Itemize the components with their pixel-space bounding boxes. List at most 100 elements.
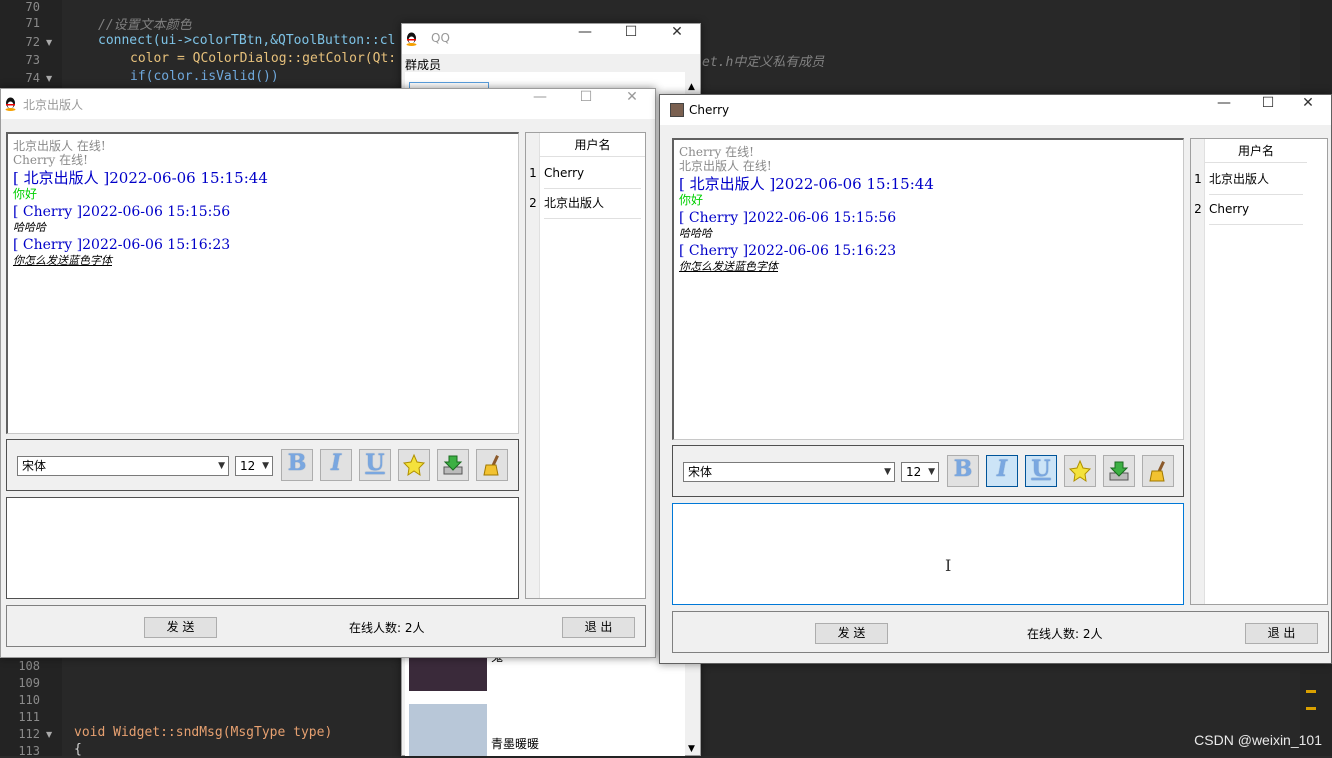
maximize-button[interactable]: ☐ [608,24,654,54]
message-browser[interactable]: 北京出版人 在线! Cherry 在线! [ 北京出版人 ]2022-06-06… [6,132,519,434]
message-line: 哈哈哈 [679,227,1178,240]
row-number: 2 [1191,194,1205,224]
user-table[interactable]: 用户名 1Cherry 2北京出版人 [525,132,646,599]
code-line: //设置文本颜色 [98,14,192,33]
line-number: 112 [0,727,40,741]
font-combo[interactable]: 宋体▼ [683,462,895,482]
user-row[interactable]: 2Cherry [1191,194,1307,224]
size-combo-value: 12 [906,465,921,479]
italic-icon: I [997,456,1007,482]
minimize-button[interactable]: — [517,89,563,119]
message-browser[interactable]: Cherry 在线! 北京出版人 在线! [ 北京出版人 ]2022-06-06… [672,138,1184,440]
message-input[interactable] [6,497,519,599]
star-color-icon [1068,459,1092,483]
size-combo[interactable]: 12 ▼ [901,462,939,482]
maximize-button[interactable]: ☐ [563,89,609,119]
bottom-bar: 发 送 在线人数: 2人 退 出 [6,605,646,647]
size-combo[interactable]: 12▼ [235,456,273,476]
scroll-down-icon[interactable]: ▼ [688,744,695,754]
send-button[interactable]: 发 送 [815,623,888,644]
color-button[interactable] [1064,455,1096,487]
qq-titlebar[interactable]: QQ — ☐ ✕ [402,24,700,54]
line-number: 72 [0,35,40,49]
line-number: 70 [0,0,40,14]
member-avatar[interactable] [409,704,487,756]
cherry-avatar-icon [670,103,684,117]
minimize-button[interactable]: — [1201,95,1247,125]
message-header: [ 北京出版人 ]2022-06-06 15:15:44 [13,169,513,187]
scroll-marker [1306,690,1316,693]
close-button[interactable]: ✕ [654,24,700,54]
minimize-button[interactable]: — [562,24,608,54]
bold-icon: B [954,456,973,482]
window-title: 北京出版人 [23,96,83,113]
message-header: [ Cherry ]2022-06-06 15:16:23 [13,237,513,254]
size-combo-value: 12 [240,459,255,473]
chevron-down-icon: ▼ [928,463,935,481]
chat-window-cherry[interactable]: Cherry — ☐ ✕ Cherry 在线! 北京出版人 在线! [ 北京出版… [659,94,1332,664]
clear-button[interactable] [476,449,508,481]
row-number: 1 [1191,164,1205,194]
font-combo-value: 宋体 [22,459,46,473]
user-row[interactable]: 1北京出版人 [1191,164,1307,194]
broom-icon [1146,459,1170,483]
code-line: connect(ui->colorTBtn,&QToolButton::cl [98,33,395,48]
format-toolbar: 宋体 ▼ 12▼ B I U [6,439,519,491]
exit-button[interactable]: 退 出 [562,617,635,638]
message-line: 你怎么发送蓝色字体 [13,254,513,267]
chat-titlebar[interactable]: 北京出版人 — ☐ ✕ [1,89,655,119]
user-table-header[interactable]: 用户名 [1205,139,1307,163]
window-title: Cherry [689,103,729,117]
italic-icon: I [331,450,341,476]
user-name: 北京出版人 [1209,164,1303,195]
user-row[interactable]: 2北京出版人 [526,188,645,218]
message-line: 你好 [679,193,1178,207]
fold-arrow-icon[interactable]: ▼ [46,38,52,47]
online-count: 在线人数: 2人 [1027,625,1103,642]
user-table-header[interactable]: 用户名 [540,133,645,157]
close-button[interactable]: ✕ [609,89,655,119]
clear-button[interactable] [1142,455,1174,487]
line-number: 109 [0,676,40,690]
row-number: 2 [526,188,540,218]
message-header: [ Cherry ]2022-06-06 15:16:23 [679,243,1178,260]
user-table[interactable]: 用户名 1北京出版人 2Cherry [1190,138,1328,605]
csdn-watermark: CSDN @weixin_101 [1194,732,1322,748]
bold-button[interactable]: B [281,449,313,481]
message-header: [ Cherry ]2022-06-06 15:15:56 [679,210,1178,227]
underline-button[interactable]: U [359,449,391,481]
exit-button[interactable]: 退 出 [1245,623,1318,644]
code-line: color = QColorDialog::getColor(Qt: [130,51,396,66]
bold-button[interactable]: B [947,455,979,487]
italic-button[interactable]: I [320,449,352,481]
underline-button[interactable]: U [1025,455,1057,487]
message-input[interactable]: I [672,503,1184,605]
save-download-icon [1107,459,1131,483]
bold-icon: B [288,450,307,476]
italic-button[interactable]: I [986,455,1018,487]
chat-titlebar[interactable]: Cherry — ☐ ✕ [660,95,1331,125]
message-line: Cherry 在线! [679,145,1178,159]
close-button[interactable]: ✕ [1285,95,1331,125]
color-button[interactable] [398,449,430,481]
save-button[interactable] [1103,455,1135,487]
underline-icon: U [1031,456,1050,482]
row-number: 1 [526,158,540,188]
send-button[interactable]: 发 送 [144,617,217,638]
underline-icon: U [365,450,384,476]
format-toolbar: 宋体▼ 12 ▼ B I U [672,445,1184,497]
fold-arrow-icon[interactable]: ▼ [46,730,52,739]
member-name: 青墨暖暖 [491,735,539,752]
line-number: 110 [0,693,40,707]
fold-arrow-icon[interactable]: ▼ [46,74,52,83]
scroll-up-icon[interactable]: ▲ [688,82,695,92]
chevron-down-icon: ▼ [884,463,891,481]
font-combo[interactable]: 宋体 ▼ [17,456,229,476]
scroll-marker [1306,707,1316,710]
text-cursor-icon: I [945,556,951,575]
save-button[interactable] [437,449,469,481]
chevron-down-icon: ▼ [218,457,225,475]
message-line: 你好 [13,187,513,201]
chat-window-beijing[interactable]: 北京出版人 — ☐ ✕ 北京出版人 在线! Cherry 在线! [ 北京出版人… [0,88,656,658]
user-row[interactable]: 1Cherry [526,158,645,188]
